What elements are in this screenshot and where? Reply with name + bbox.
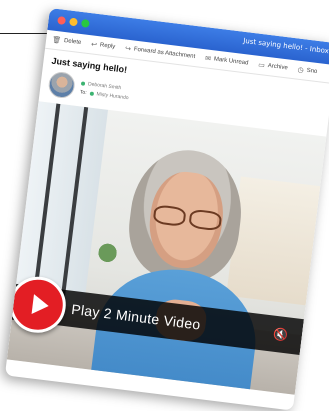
to-name[interactable]: Misty Hurando (96, 91, 129, 101)
from-name[interactable]: Deborah Smith (88, 81, 122, 91)
window-mullion (32, 103, 61, 303)
toolbar-archive[interactable]: ▭ Archive (258, 61, 288, 73)
toolbar-delete-label: Delete (63, 37, 82, 47)
toolbar-reply-label: Reply (99, 42, 116, 51)
trash-icon: 🗑 (51, 36, 62, 45)
toolbar-archive-label: Archive (267, 62, 289, 72)
play-icon (31, 294, 50, 316)
toolbar-snooze-label: Sno (306, 67, 318, 76)
toolbar-forward[interactable]: ↪ Forward as Attachment (125, 44, 196, 61)
online-status-icon (80, 80, 86, 86)
video-thumbnail-person (87, 141, 278, 395)
recipient-status-icon (89, 90, 94, 96)
reply-icon: ↩ (90, 41, 98, 49)
minimize-button[interactable] (69, 17, 78, 27)
window-mullion (59, 106, 89, 306)
toolbar-mark-unread-label: Mark Unread (213, 56, 249, 67)
play-label[interactable]: Play 2 Minute Video (71, 301, 202, 333)
sender-meta: Deborah Smith To: Misty Hurando (80, 80, 130, 101)
toolbar-delete[interactable]: 🗑 Delete (52, 36, 82, 48)
email-window: Just saying hello! - Inbox 🗑 Delete ↩ Re… (4, 8, 329, 411)
toolbar-forward-label: Forward as Attachment (133, 46, 196, 61)
speaker-mute-icon[interactable]: 🔇 (272, 327, 289, 343)
window-title: Just saying hello! - Inbox (242, 36, 329, 56)
archive-icon: ▭ (257, 61, 266, 70)
toolbar-mark-unread[interactable]: ✉ Mark Unread (205, 54, 249, 67)
clock-icon: ◷ (297, 66, 304, 75)
to-label: To: (79, 88, 88, 96)
forward-icon: ↪ (124, 45, 132, 54)
toolbar-snooze[interactable]: ◷ Sno (297, 66, 318, 76)
avatar[interactable] (47, 70, 77, 100)
envelope-icon: ✉ (204, 55, 212, 63)
toolbar-reply[interactable]: ↩ Reply (91, 40, 116, 51)
video-player[interactable]: Play 2 Minute Video 🔇 (6, 101, 327, 395)
close-button[interactable] (57, 16, 67, 25)
zoom-button[interactable] (80, 18, 90, 28)
